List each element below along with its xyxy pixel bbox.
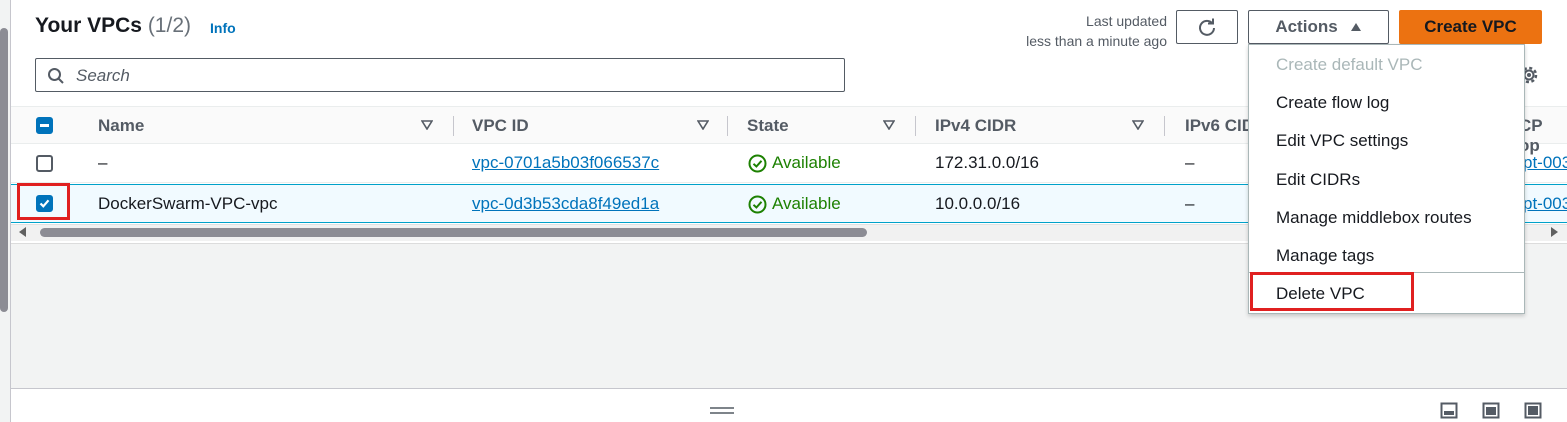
check-circle-icon <box>748 154 767 172</box>
scrollbar-thumb[interactable] <box>40 228 867 237</box>
split-side-icon[interactable] <box>1482 402 1500 419</box>
caret-up-icon <box>1350 23 1361 31</box>
column-header-state[interactable]: State <box>747 116 789 136</box>
search-icon <box>48 68 64 84</box>
vpc-id-link[interactable]: vpc-0701a5b03f066537c <box>472 153 659 173</box>
status-badge: Available <box>748 194 841 214</box>
split-panel-footer <box>11 388 1567 422</box>
sort-down-icon[interactable] <box>421 120 433 130</box>
status-text: Available <box>772 153 841 172</box>
annotation-highlight-checkbox <box>17 183 70 220</box>
info-link[interactable]: Info <box>210 20 236 36</box>
split-bottom-icon[interactable] <box>1440 402 1458 419</box>
cell-ipv6-cidr: – <box>1185 153 1195 172</box>
menu-item-create-default-vpc: Create default VPC <box>1276 55 1423 74</box>
column-header-vpc-id[interactable]: VPC ID <box>472 116 529 136</box>
scroll-right-arrow-icon[interactable] <box>1551 227 1558 237</box>
actions-button[interactable]: Actions <box>1248 10 1389 44</box>
search-input[interactable] <box>76 65 836 87</box>
column-resizer[interactable] <box>1164 116 1165 136</box>
select-all-checkbox[interactable] <box>36 117 53 134</box>
cell-ipv6-cidr: – <box>1185 194 1195 213</box>
page-title: Your VPCs (1/2) <box>35 14 191 38</box>
status-text: Available <box>772 194 841 213</box>
column-resizer[interactable] <box>915 116 916 136</box>
column-header-ipv4-cidr[interactable]: IPv4 CIDR <box>935 116 1016 136</box>
annotation-highlight-delete <box>1250 272 1414 311</box>
menu-item-create-flow-log[interactable]: Create flow log <box>1276 93 1389 113</box>
scroll-left-arrow-icon[interactable] <box>19 227 26 237</box>
last-updated-label: Last updated <box>1086 13 1167 29</box>
row-checkbox[interactable] <box>36 155 53 172</box>
column-resizer[interactable] <box>727 116 728 136</box>
refresh-button[interactable] <box>1176 10 1238 44</box>
menu-item-manage-middlebox-routes[interactable]: Manage middlebox routes <box>1276 208 1472 228</box>
selection-count: (1/2) <box>147 14 191 37</box>
actions-label: Actions <box>1275 17 1338 36</box>
column-header-name[interactable]: Name <box>98 116 144 136</box>
column-resizer[interactable] <box>453 116 454 136</box>
dhcp-options-link[interactable]: pt-003 <box>1523 153 1567 173</box>
column-header-ipv6-cidr[interactable]: IPv6 CID <box>1185 116 1254 136</box>
menu-item-manage-tags[interactable]: Manage tags <box>1276 246 1374 266</box>
dhcp-options-link[interactable]: pt-003 <box>1523 194 1567 214</box>
sort-down-icon[interactable] <box>697 120 709 130</box>
sort-down-icon[interactable] <box>883 120 895 130</box>
menu-item-edit-cidrs[interactable]: Edit CIDRs <box>1276 170 1360 190</box>
last-updated-value: less than a minute ago <box>1026 33 1167 49</box>
vpc-id-link[interactable]: vpc-0d3b53cda8f49ed1a <box>472 194 659 214</box>
check-circle-icon <box>748 195 767 213</box>
cell-ipv4-cidr: 10.0.0.0/16 <box>935 194 1021 213</box>
sort-down-icon[interactable] <box>1132 120 1144 130</box>
vertical-scrollbar[interactable] <box>0 28 8 312</box>
cell-name: – <box>98 153 108 172</box>
last-updated: Last updated less than a minute ago <box>1026 11 1167 51</box>
cell-name: DockerSwarm-VPC-vpc <box>98 194 278 213</box>
drag-handle-icon[interactable] <box>710 407 734 415</box>
create-vpc-button[interactable]: Create VPC <box>1399 10 1542 44</box>
cell-ipv4-cidr: 172.31.0.0/16 <box>935 153 1039 172</box>
refresh-icon <box>1199 18 1215 36</box>
page-title-text: Your VPCs <box>35 14 142 37</box>
menu-item-edit-vpc-settings[interactable]: Edit VPC settings <box>1276 131 1408 151</box>
search-box[interactable] <box>35 58 845 92</box>
status-badge: Available <box>748 153 841 173</box>
split-full-icon[interactable] <box>1524 402 1542 419</box>
